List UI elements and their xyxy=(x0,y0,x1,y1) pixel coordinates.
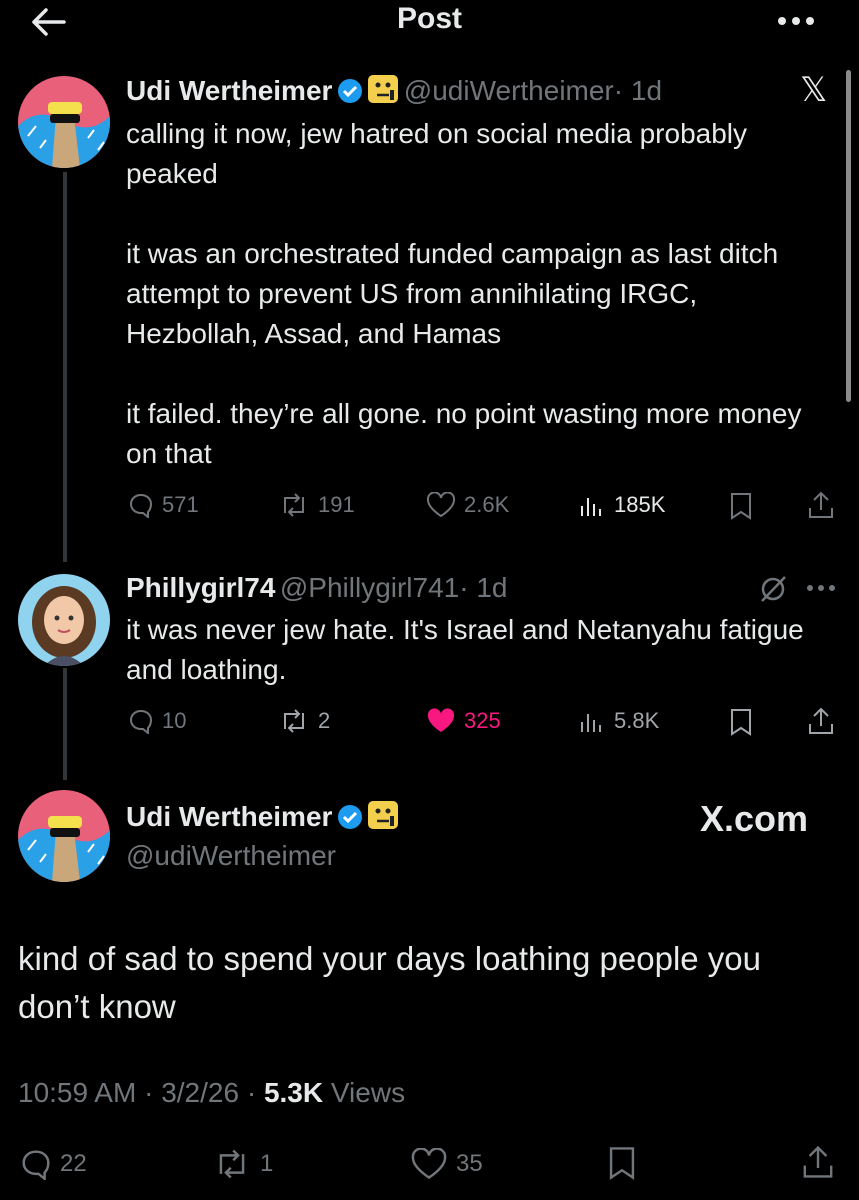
more-icon[interactable] xyxy=(804,578,838,603)
repost-button[interactable]: 191 xyxy=(278,492,355,518)
repost-count: 1 xyxy=(260,1150,274,1177)
bookmark-icon[interactable] xyxy=(728,492,754,525)
author-name[interactable]: Udi Wertheimer xyxy=(126,801,332,832)
like-icon xyxy=(427,708,455,732)
share-icon[interactable] xyxy=(806,490,836,525)
scrollbar[interactable] xyxy=(846,70,851,402)
repost-button[interactable]: 1 xyxy=(212,1148,273,1180)
like-count: 35 xyxy=(456,1150,483,1177)
reply-count: 22 xyxy=(60,1150,87,1177)
x-logo-icon: 𝕏 xyxy=(800,71,828,109)
post-time: 10:59 AM xyxy=(18,1077,137,1108)
reply-icon xyxy=(129,709,153,734)
post-header: Phillygirl74 @Phillygirl741· 1d xyxy=(126,572,508,604)
verified-icon xyxy=(337,78,363,109)
share-icon[interactable] xyxy=(806,706,836,741)
like-icon xyxy=(411,1148,447,1179)
post-timestamp[interactable]: 10:59 AM · 3/2/26 · 5.3K Views xyxy=(18,1077,405,1109)
reply-button[interactable]: 571 xyxy=(128,492,199,518)
verified-icon xyxy=(337,804,363,835)
author-name[interactable]: Phillygirl74 xyxy=(126,572,275,603)
like-button[interactable]: 35 xyxy=(410,1148,483,1180)
like-count: 325 xyxy=(464,708,501,733)
repost-icon xyxy=(219,1149,245,1179)
repost-icon xyxy=(284,493,304,517)
like-button[interactable]: 325 xyxy=(426,708,501,734)
post-text: kind of sad to spend your days loathing … xyxy=(18,940,762,1025)
post-text: calling it now, jew hatred on social med… xyxy=(126,118,802,469)
like-button[interactable]: 2.6K xyxy=(426,492,509,518)
reply-count: 571 xyxy=(162,492,199,517)
author-handle[interactable]: @udiWertheimer xyxy=(404,75,614,106)
reply-count: 10 xyxy=(162,708,187,733)
views-button[interactable]: 185K xyxy=(578,492,665,518)
reply-icon xyxy=(129,493,153,518)
like-icon xyxy=(426,492,456,518)
like-count: 2.6K xyxy=(464,492,510,517)
views-label: Views xyxy=(330,1077,406,1108)
avatar[interactable] xyxy=(18,790,110,882)
author-handle[interactable]: @udiWertheimer xyxy=(126,840,336,872)
post-header: Udi Wertheimer @udiWertheimer· 1d xyxy=(126,74,662,109)
author-handle[interactable]: @Phillygirl741 xyxy=(280,572,459,603)
emoji-badge-icon xyxy=(367,74,399,109)
view-count: 185K xyxy=(614,492,666,517)
view-count: 5.3K xyxy=(263,1077,324,1108)
reply-icon xyxy=(22,1150,50,1180)
view-count: 5.8K xyxy=(614,708,660,733)
avatar[interactable] xyxy=(18,76,110,168)
emoji-badge-icon xyxy=(367,800,399,835)
thread-line xyxy=(63,172,67,562)
source-label: X.com xyxy=(700,798,809,839)
reply-button[interactable]: 22 xyxy=(20,1148,87,1180)
views-icon xyxy=(581,498,601,516)
views-icon xyxy=(581,714,601,732)
views-button[interactable]: 5.8K xyxy=(578,708,659,734)
repost-count: 191 xyxy=(318,492,355,517)
reply-button[interactable]: 10 xyxy=(128,708,186,734)
more-icon[interactable] xyxy=(770,6,822,36)
post-text: it was never jew hate. It's Israel and N… xyxy=(126,614,804,685)
repost-icon xyxy=(284,709,304,733)
avatar[interactable] xyxy=(18,574,110,666)
post-time[interactable]: · 1d xyxy=(459,572,507,603)
repost-count: 2 xyxy=(318,708,331,733)
post-date: 3/2/26 xyxy=(161,1077,240,1108)
post-header: Udi Wertheimer xyxy=(126,800,399,835)
repost-button[interactable]: 2 xyxy=(278,708,330,734)
share-icon[interactable] xyxy=(800,1144,836,1185)
bookmark-icon[interactable] xyxy=(606,1146,638,1185)
thread-line xyxy=(63,668,67,780)
grok-icon[interactable] xyxy=(758,574,788,609)
post-time[interactable]: · 1d xyxy=(614,75,662,106)
bookmark-icon[interactable] xyxy=(728,708,754,741)
author-name[interactable]: Udi Wertheimer xyxy=(126,75,332,106)
page-title: Post xyxy=(396,2,462,35)
